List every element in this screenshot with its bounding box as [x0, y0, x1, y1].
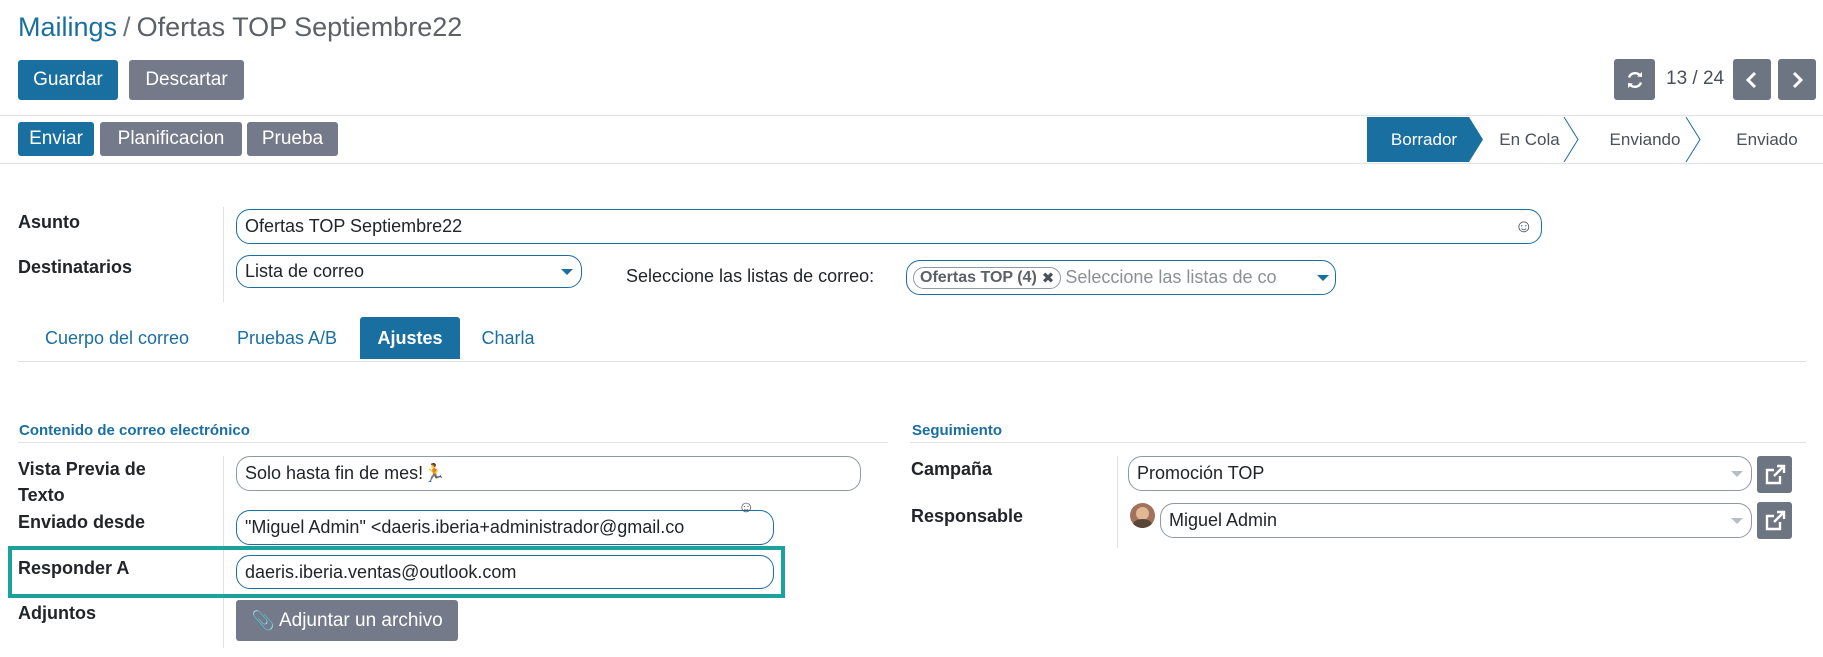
content-section-title: Contenido de correo electrónico [19, 422, 250, 439]
sent-from-value: "Miguel Admin" <daeris.iberia+administra… [245, 517, 685, 537]
refresh-icon [1627, 71, 1642, 88]
smiley-icon[interactable]: ☺ [738, 499, 754, 517]
next-record-button[interactable] [1778, 59, 1816, 100]
pager-value[interactable]: 13 / 24 [1666, 68, 1724, 90]
save-button[interactable]: Guardar [18, 60, 118, 100]
stage-enviando[interactable]: Enviando [1578, 117, 1701, 162]
recipients-value: Lista de correo [245, 261, 365, 281]
chevron-down-icon [1317, 274, 1329, 281]
reply-to-label: Responder A [18, 558, 130, 578]
paperclip-icon: 📎 [251, 610, 275, 632]
tracking-section-title: Seguimiento [912, 422, 1003, 439]
reply-to-value: daeris.iberia.ventas@outlook.com [245, 561, 517, 582]
external-link-icon [1765, 510, 1785, 530]
divider [0, 115, 1823, 116]
stage-label: Enviando [1609, 129, 1681, 149]
preview-text-value: Solo hasta fin de mes!🏃 [245, 463, 446, 483]
attach-file-button[interactable]: 📎 Adjuntar un archivo [236, 600, 458, 641]
stage-borrador[interactable]: Borrador [1367, 117, 1483, 162]
chevron-right-icon [1792, 71, 1804, 88]
page-title: Ofertas TOP Septiembre22 [136, 12, 463, 42]
recipients-label: Destinatarios [18, 257, 133, 277]
subject-value: Ofertas TOP Septiembre22 [245, 216, 463, 236]
refresh-button[interactable] [1614, 59, 1655, 100]
discard-button[interactable]: Descartar [129, 60, 244, 100]
close-icon[interactable]: ✖ [1042, 269, 1055, 287]
chevron-down-icon [1731, 470, 1743, 477]
chevron-left-icon [1745, 71, 1757, 88]
preview-text-label: Vista Previa de [18, 459, 146, 479]
section-divider [18, 442, 888, 443]
section-divider [910, 442, 1806, 443]
mailing-lists-placeholder: Seleccione las listas de co [1065, 267, 1277, 287]
breadcrumb-mailings-link[interactable]: Mailings [18, 12, 117, 42]
campaign-select[interactable]: Promoción TOP [1128, 456, 1752, 491]
stage-en-cola[interactable]: En Cola [1469, 117, 1579, 162]
external-link-icon [1765, 464, 1785, 484]
reply-to-input[interactable]: daeris.iberia.ventas@outlook.com [236, 555, 774, 589]
responsible-select[interactable]: Miguel Admin [1160, 503, 1752, 538]
mailing-lists-label: Seleccione las listas de correo: [626, 266, 875, 286]
send-button[interactable]: Enviar [18, 122, 94, 156]
attach-file-label: Adjuntar un archivo [278, 609, 443, 631]
tab-ab-tests[interactable]: Pruebas A/B [222, 317, 352, 359]
stage-label: Borrador [1390, 129, 1458, 149]
preview-text-label-line2: Texto [18, 485, 65, 505]
attachments-label: Adjuntos [18, 603, 96, 623]
breadcrumb: Mailings / Ofertas TOP Septiembre22 [18, 12, 462, 43]
avatar [1130, 503, 1155, 528]
campaign-value: Promoción TOP [1137, 463, 1265, 483]
recipients-select[interactable]: Lista de correo [236, 255, 582, 288]
mailing-lists-input[interactable]: Ofertas TOP (4) ✖ Seleccione las listas … [906, 260, 1336, 295]
stage-label: Enviado [1736, 129, 1798, 149]
stage-arrow [1563, 117, 1579, 162]
responsible-label: Responsable [911, 506, 1024, 526]
mailing-list-tag[interactable]: Ofertas TOP (4) ✖ [913, 266, 1062, 289]
field-separator [1117, 456, 1118, 548]
smiley-icon[interactable]: ☺ [1515, 216, 1533, 237]
breadcrumb-separator: / [123, 12, 131, 42]
sent-from-input[interactable]: "Miguel Admin" <daeris.iberia+administra… [236, 510, 774, 545]
chevron-down-icon [561, 268, 573, 275]
tab-chatter[interactable]: Charla [466, 317, 550, 359]
stage-label: En Cola [1499, 129, 1560, 149]
subject-input[interactable]: Ofertas TOP Septiembre22 ☺ [236, 209, 1542, 244]
preview-text-input[interactable]: Solo hasta fin de mes!🏃 [236, 456, 861, 491]
previous-record-button[interactable] [1733, 59, 1771, 100]
sent-from-label: Enviado desde [18, 512, 146, 532]
divider [0, 163, 1823, 164]
stage-enviado[interactable]: Enviado [1700, 117, 1822, 162]
subject-label: Asunto [18, 212, 80, 232]
field-separator [223, 207, 224, 302]
stage-arrow [1685, 117, 1701, 162]
campaign-external-link-button[interactable] [1757, 456, 1792, 493]
responsible-external-link-button[interactable] [1757, 502, 1792, 539]
campaign-label: Campaña [911, 459, 993, 479]
tabs-divider [18, 361, 1806, 362]
tab-body[interactable]: Cuerpo del correo [22, 317, 212, 359]
chevron-down-icon [1731, 517, 1743, 524]
test-button[interactable]: Prueba [247, 122, 338, 156]
status-bar: Borrador En Cola Enviando Enviado [1367, 117, 1822, 162]
schedule-button[interactable]: Planificacion [100, 122, 242, 156]
mailing-list-tag-label: Ofertas TOP (4) [920, 268, 1037, 286]
responsible-value: Miguel Admin [1169, 510, 1278, 530]
tab-settings[interactable]: Ajustes [360, 317, 460, 359]
